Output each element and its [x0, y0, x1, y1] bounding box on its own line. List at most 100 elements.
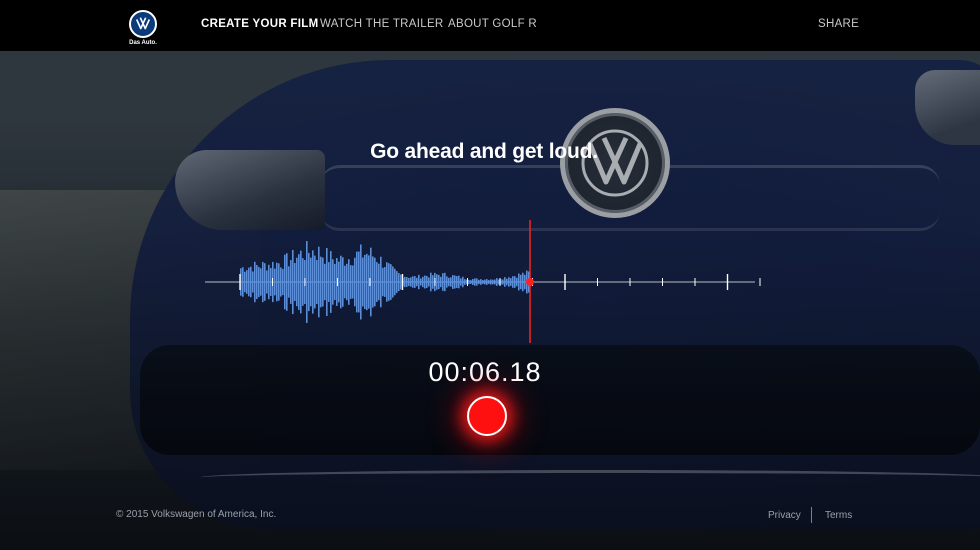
waveform-bar: [352, 265, 354, 299]
waveform-bar: [380, 256, 382, 308]
waveform-bar: [256, 264, 258, 300]
waveform-bar: [366, 253, 368, 311]
waveform-bar: [454, 275, 456, 289]
waveform-bar: [326, 247, 328, 317]
terms-link[interactable]: Terms: [825, 510, 852, 521]
waveform-bar: [244, 271, 246, 293]
waveform-bar: [450, 277, 452, 287]
waveform-bar: [288, 266, 290, 298]
waveform-bar: [300, 250, 302, 314]
privacy-link[interactable]: Privacy: [768, 510, 801, 521]
waveform-bar: [460, 278, 462, 286]
vw-logo[interactable]: Das Auto.: [128, 10, 158, 46]
waveform-bar: [246, 270, 248, 294]
share-link[interactable]: SHARE: [818, 18, 859, 30]
waveform-bar: [502, 279, 504, 285]
waveform-bar: [310, 257, 312, 307]
waveform-bar: [312, 250, 314, 314]
waveform-bar: [508, 277, 510, 287]
waveform-bar: [266, 270, 268, 294]
waveform-bar: [498, 279, 500, 285]
waveform-bar: [490, 279, 492, 285]
waveform-bar: [442, 273, 444, 291]
waveform-bar: [354, 257, 356, 307]
nav-create-your-film[interactable]: CREATE YOUR FILM: [201, 18, 318, 30]
waveform-bar: [344, 265, 346, 299]
waveform-bar: [518, 273, 520, 291]
waveform-bar: [440, 276, 442, 288]
waveform-bar: [386, 262, 388, 302]
waveform-bar: [320, 256, 322, 308]
waveform-bar: [324, 263, 326, 301]
waveform-bar: [292, 249, 294, 315]
waveform-bar: [398, 273, 400, 291]
waveform-bar: [260, 268, 262, 296]
waveform-bar: [368, 255, 370, 309]
waveform-bar: [524, 274, 526, 290]
audio-waveform[interactable]: [205, 215, 765, 350]
nav-about-golf-r[interactable]: ABOUT GOLF R: [448, 18, 537, 30]
waveform-bar: [376, 262, 378, 302]
waveform-bar: [514, 276, 516, 288]
waveform-bar: [468, 279, 470, 285]
waveform-bar: [296, 257, 298, 307]
waveform-bar: [404, 276, 406, 288]
waveform-bar: [428, 277, 430, 287]
waveform-bar: [484, 279, 486, 285]
waveform-bar: [364, 254, 366, 310]
waveform-bar: [276, 262, 278, 302]
waveform-bar: [414, 276, 416, 288]
waveform-bar: [492, 279, 494, 285]
logo-caption: Das Auto.: [129, 40, 157, 46]
waveform-bar: [334, 263, 336, 301]
waveform-bar: [410, 277, 412, 287]
waveform-bar: [424, 275, 426, 289]
waveform-bar: [520, 274, 522, 290]
waveform-bar: [472, 279, 474, 285]
waveform-bar: [298, 254, 300, 310]
waveform-bar: [350, 265, 352, 299]
waveform-bar: [494, 279, 496, 285]
waveform-bar: [346, 263, 348, 301]
waveform-bar: [382, 267, 384, 297]
waveform-bar: [270, 268, 272, 296]
waveform-bar: [506, 278, 508, 286]
waveform-bar: [268, 264, 270, 300]
waveform-bar: [358, 251, 360, 313]
waveform-bar: [258, 266, 260, 298]
waveform-bar: [512, 276, 514, 288]
waveform-bar: [406, 277, 408, 287]
waveform-bar: [464, 279, 466, 285]
waveform-bar: [338, 261, 340, 303]
waveform-bar: [318, 246, 320, 318]
waveform-bar: [408, 277, 410, 287]
waveform-bar: [308, 252, 310, 312]
waveform-bar: [342, 257, 344, 307]
waveform-bar: [470, 280, 472, 284]
waveform-bar: [426, 275, 428, 289]
waveform-bar: [420, 278, 422, 286]
copyright: © 2015 Volkswagen of America, Inc.: [116, 509, 277, 520]
waveform-bar: [250, 266, 252, 298]
waveform-bar: [348, 259, 350, 305]
waveform-bar: [372, 256, 374, 308]
footer-divider: [811, 507, 812, 523]
waveform-bar: [392, 266, 394, 298]
top-navigation: Das Auto. CREATE YOUR FILM WATCH THE TRA…: [0, 0, 980, 51]
waveform-bar: [330, 251, 332, 313]
waveform-bar: [510, 278, 512, 286]
record-button[interactable]: [467, 396, 507, 436]
waveform-bar: [274, 268, 276, 296]
waveform-bar: [340, 255, 342, 309]
waveform-bar: [476, 278, 478, 286]
waveform-bar: [456, 276, 458, 288]
waveform-bar: [412, 276, 414, 288]
waveform-bar: [264, 263, 266, 301]
nav-watch-the-trailer[interactable]: WATCH THE TRAILER: [320, 18, 444, 30]
waveform-bar: [306, 241, 308, 323]
waveform-bar: [284, 254, 286, 310]
waveform-bar: [446, 276, 448, 288]
waveform-bar: [252, 271, 254, 293]
waveform-bar: [396, 271, 398, 293]
waveform-bar: [400, 274, 402, 290]
